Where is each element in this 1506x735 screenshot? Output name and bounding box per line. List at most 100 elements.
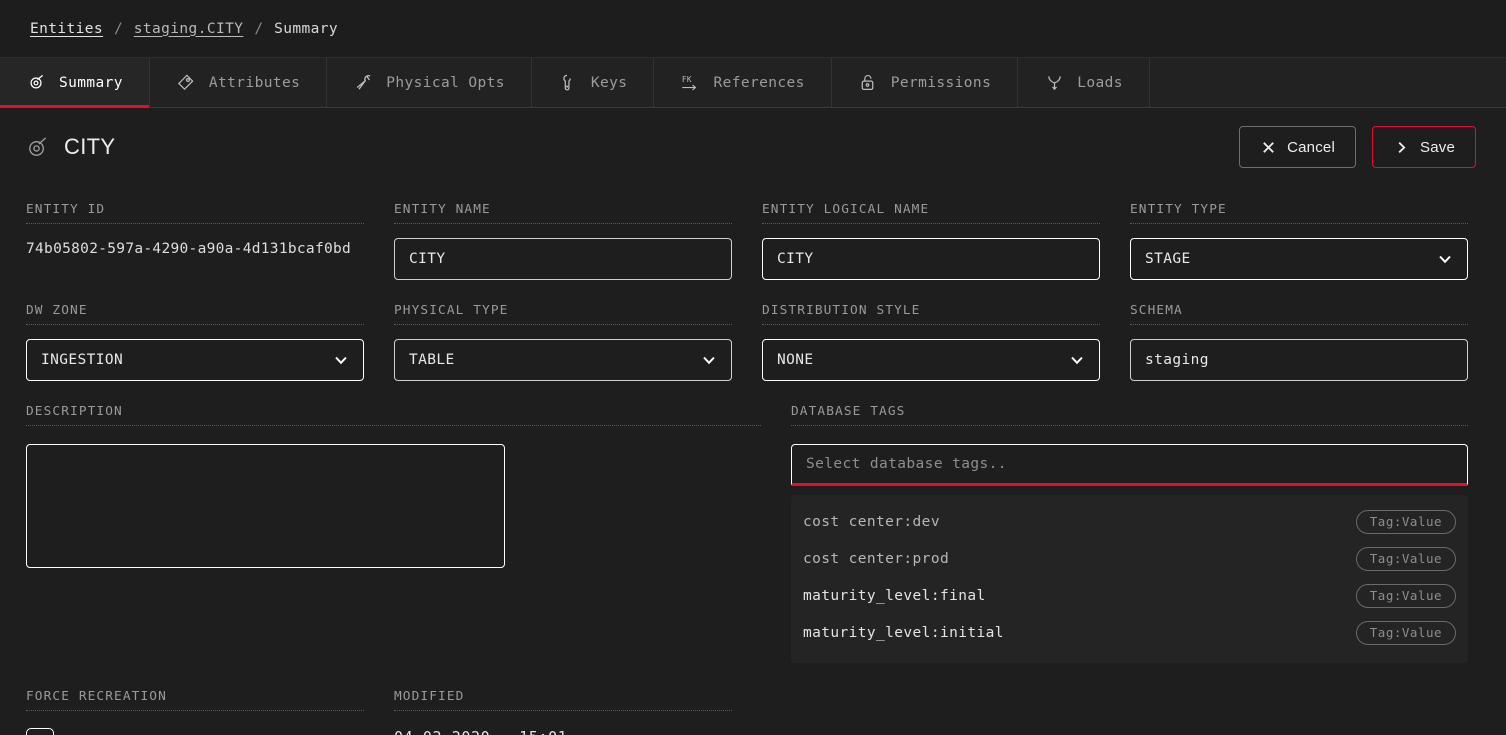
breadcrumb-parent[interactable]: staging.CITY xyxy=(134,21,244,37)
field-entity-logical-name: ENTITY LOGICAL NAME CITY xyxy=(762,202,1100,280)
wrench-icon xyxy=(353,73,373,93)
breadcrumb-separator: / xyxy=(254,21,263,37)
field-force-recreation: FORCE RECREATION xyxy=(26,689,364,735)
tag-icon xyxy=(176,73,196,93)
cancel-button[interactable]: Cancel xyxy=(1239,126,1356,168)
form-row-4: FORCE RECREATION MODIFIED 04.02.2020 - 1… xyxy=(26,689,1468,735)
entity-name-input[interactable]: CITY xyxy=(394,238,732,280)
tab-label: Summary xyxy=(59,75,123,91)
field-dw-zone: DW ZONE INGESTION xyxy=(26,303,364,381)
fk-arrow-icon: FK xyxy=(680,73,700,93)
dw-zone-value: INGESTION xyxy=(41,352,123,368)
tab-references[interactable]: FK References xyxy=(654,58,831,107)
form-row-1: ENTITY ID 74b05802-597a-4290-a90a-4d131b… xyxy=(26,202,1468,280)
field-label: FORCE RECREATION xyxy=(26,689,364,711)
entity-type-select[interactable]: STAGE xyxy=(1130,238,1468,280)
funnel-icon xyxy=(1044,73,1064,93)
unlock-icon xyxy=(858,73,878,93)
tab-loads[interactable]: Loads xyxy=(1018,58,1150,107)
entity-type-value: STAGE xyxy=(1145,251,1191,267)
field-label: DISTRIBUTION STYLE xyxy=(762,303,1100,325)
entity-icon xyxy=(26,73,46,93)
breadcrumb-root[interactable]: Entities xyxy=(30,21,103,37)
force-recreation-checkbox[interactable] xyxy=(26,728,54,735)
form-row-3: DESCRIPTION DATABASE TAGS Select databas… xyxy=(26,404,1468,663)
save-button-label: Save xyxy=(1420,139,1455,156)
entity-logical-name-value: CITY xyxy=(777,251,814,267)
field-label: DESCRIPTION xyxy=(26,404,761,426)
save-button[interactable]: Save xyxy=(1372,126,1476,168)
tag-option[interactable]: cost center:dev Tag:Value xyxy=(791,503,1468,540)
chevron-down-icon xyxy=(333,352,349,368)
field-description: DESCRIPTION xyxy=(26,404,761,663)
tag-option-badge: Tag:Value xyxy=(1356,584,1456,608)
tab-label: Keys xyxy=(591,75,628,91)
entity-id-value: 74b05802-597a-4290-a90a-4d131bcaf0bd xyxy=(26,241,364,257)
field-modified: MODIFIED 04.02.2020 - 15:01 by kattelus xyxy=(394,689,732,735)
entity-summary-page: Entities / staging.CITY / Summary Summar… xyxy=(0,0,1506,735)
field-schema: SCHEMA staging xyxy=(1130,303,1468,381)
physical-type-value: TABLE xyxy=(409,352,455,368)
chevron-down-icon xyxy=(701,352,717,368)
tag-option-label: cost center:dev xyxy=(803,514,940,530)
database-tags-input[interactable]: Select database tags.. xyxy=(791,444,1468,486)
tab-bar: Summary Attributes Physical Opts xyxy=(0,58,1506,108)
field-physical-type: PHYSICAL TYPE TABLE xyxy=(394,303,732,381)
page-header: CITY Cancel Save xyxy=(0,108,1506,186)
tag-option-badge: Tag:Value xyxy=(1356,510,1456,534)
modified-date: 04.02.2020 - 15:01 xyxy=(394,728,732,735)
tag-option[interactable]: cost center:prod Tag:Value xyxy=(791,540,1468,577)
tab-label: Physical Opts xyxy=(386,75,505,91)
chevron-down-icon xyxy=(1069,352,1085,368)
tab-label: References xyxy=(713,75,804,91)
field-entity-type: ENTITY TYPE STAGE xyxy=(1130,202,1468,280)
field-label: ENTITY NAME xyxy=(394,202,732,224)
field-label: ENTITY LOGICAL NAME xyxy=(762,202,1100,224)
page-title: CITY xyxy=(64,134,115,160)
tag-option-badge: Tag:Value xyxy=(1356,547,1456,571)
tag-option-label: maturity_level:initial xyxy=(803,625,1004,641)
chevron-right-icon xyxy=(1393,139,1409,155)
tab-physical-opts[interactable]: Physical Opts xyxy=(327,58,532,107)
cancel-button-label: Cancel xyxy=(1287,139,1335,156)
entity-form: ENTITY ID 74b05802-597a-4290-a90a-4d131b… xyxy=(0,186,1506,735)
tab-label: Permissions xyxy=(891,75,991,91)
chevron-down-icon xyxy=(1437,251,1453,267)
entity-logical-name-input[interactable]: CITY xyxy=(762,238,1100,280)
dw-zone-select[interactable]: INGESTION xyxy=(26,339,364,381)
field-entity-id: ENTITY ID 74b05802-597a-4290-a90a-4d131b… xyxy=(26,202,364,280)
tab-permissions[interactable]: Permissions xyxy=(832,58,1018,107)
spacer xyxy=(762,689,1100,735)
tag-option[interactable]: maturity_level:final Tag:Value xyxy=(791,577,1468,614)
field-database-tags: DATABASE TAGS Select database tags.. cos… xyxy=(791,404,1468,663)
entity-icon xyxy=(24,134,50,160)
field-label: DW ZONE xyxy=(26,303,364,325)
field-label: ENTITY TYPE xyxy=(1130,202,1468,224)
entity-name-value: CITY xyxy=(409,251,446,267)
database-tags-placeholder: Select database tags.. xyxy=(806,456,1007,472)
tag-option-badge: Tag:Value xyxy=(1356,621,1456,645)
tab-keys[interactable]: Keys xyxy=(532,58,655,107)
schema-input[interactable]: staging xyxy=(1130,339,1468,381)
tag-option[interactable]: maturity_level:initial Tag:Value xyxy=(791,614,1468,651)
database-tags-dropdown: cost center:dev Tag:Value cost center:pr… xyxy=(791,495,1468,663)
field-label: PHYSICAL TYPE xyxy=(394,303,732,325)
header-actions: Cancel Save xyxy=(1239,126,1476,168)
field-distribution-style: DISTRIBUTION STYLE NONE xyxy=(762,303,1100,381)
tag-option-label: maturity_level:final xyxy=(803,588,986,604)
tag-option-label: cost center:prod xyxy=(803,551,949,567)
form-row-2: DW ZONE INGESTION PHYSICAL TYPE TABLE xyxy=(26,303,1468,381)
breadcrumb-current: Summary xyxy=(274,21,338,37)
description-textarea[interactable] xyxy=(26,444,505,568)
distribution-style-select[interactable]: NONE xyxy=(762,339,1100,381)
field-entity-name: ENTITY NAME CITY xyxy=(394,202,732,280)
tab-attributes[interactable]: Attributes xyxy=(150,58,327,107)
schema-value: staging xyxy=(1145,352,1209,368)
breadcrumb: Entities / staging.CITY / Summary xyxy=(0,0,1506,58)
physical-type-select[interactable]: TABLE xyxy=(394,339,732,381)
close-icon xyxy=(1260,139,1276,155)
tab-summary[interactable]: Summary xyxy=(0,58,150,107)
breadcrumb-separator: / xyxy=(114,21,123,37)
distribution-style-value: NONE xyxy=(777,352,814,368)
field-label: SCHEMA xyxy=(1130,303,1468,325)
